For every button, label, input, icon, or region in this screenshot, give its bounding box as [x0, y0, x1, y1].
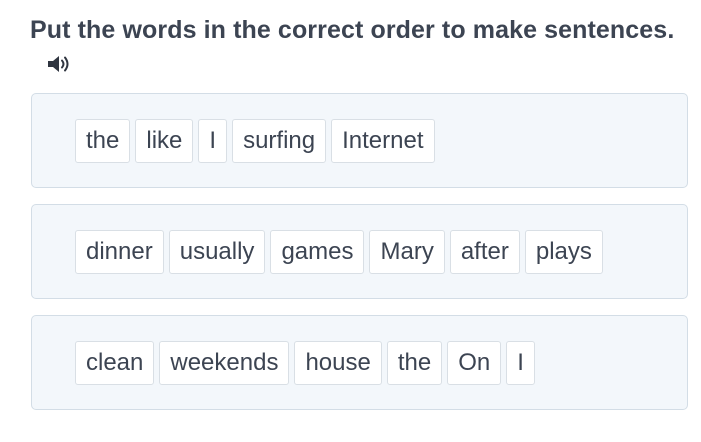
word-chip[interactable]: surfing: [232, 119, 327, 163]
word-chip[interactable]: I: [198, 119, 228, 163]
word-bank: clean weekends house the On I: [75, 341, 535, 385]
sentence-panel-1: the like I surfing Internet: [31, 93, 688, 188]
instruction-title: Put the words in the correct order to ma…: [30, 16, 675, 44]
word-chip[interactable]: like: [135, 119, 194, 163]
word-chip[interactable]: clean: [75, 341, 155, 385]
word-bank: the like I surfing Internet: [75, 119, 435, 163]
word-chip[interactable]: Internet: [331, 119, 435, 163]
speaker-volume-icon[interactable]: [47, 53, 73, 75]
sentence-panel-3: clean weekends house the On I: [31, 315, 688, 410]
sentence-panel-2: dinner usually games Mary after plays: [31, 204, 688, 299]
word-chip[interactable]: Mary: [369, 230, 445, 274]
word-chip[interactable]: usually: [168, 230, 266, 274]
word-chip[interactable]: the: [75, 119, 131, 163]
word-bank: dinner usually games Mary after plays: [75, 230, 603, 274]
word-chip[interactable]: On: [447, 341, 502, 385]
word-chip[interactable]: house: [294, 341, 382, 385]
word-chip[interactable]: dinner: [75, 230, 164, 274]
exercise-page: Put the words in the correct order to ma…: [0, 0, 701, 442]
word-chip[interactable]: weekends: [159, 341, 290, 385]
word-chip[interactable]: games: [270, 230, 365, 274]
word-chip[interactable]: I: [506, 341, 535, 385]
word-chip[interactable]: plays: [524, 230, 603, 274]
word-chip[interactable]: the: [386, 341, 443, 385]
word-chip[interactable]: after: [449, 230, 520, 274]
